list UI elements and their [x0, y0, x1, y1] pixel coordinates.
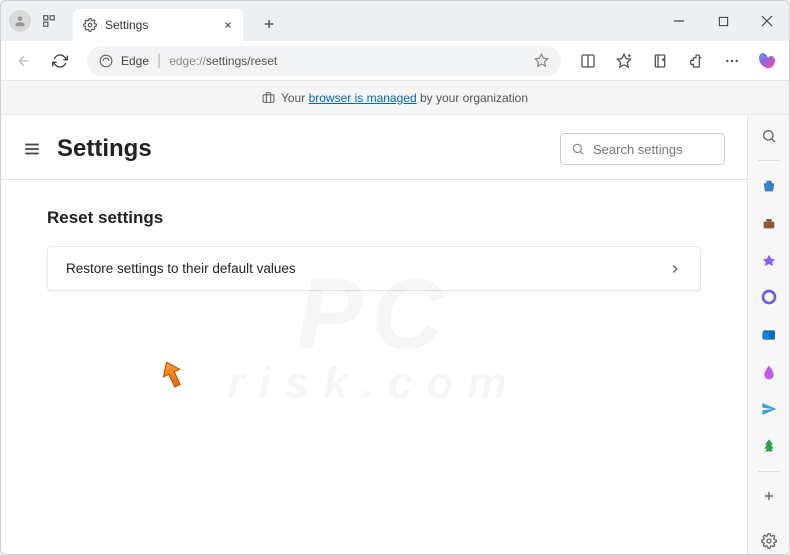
extensions-button[interactable] — [681, 46, 711, 76]
send-side-icon[interactable] — [754, 394, 784, 423]
menu-button[interactable] — [717, 46, 747, 76]
games-side-icon[interactable] — [754, 246, 784, 275]
section-title: Reset settings — [47, 208, 701, 228]
outlook-side-icon[interactable] — [754, 320, 784, 349]
edge-icon — [99, 54, 113, 68]
sidebar-settings-button[interactable] — [754, 527, 784, 555]
sidebar-add-button[interactable] — [754, 482, 784, 511]
gear-icon — [83, 18, 97, 32]
settings-menu-button[interactable] — [23, 140, 41, 158]
briefcase-icon — [262, 91, 275, 104]
back-button[interactable] — [9, 46, 39, 76]
tree-side-icon[interactable] — [754, 431, 784, 460]
cursor-annotation — [157, 359, 187, 393]
favorite-star-button[interactable] — [534, 53, 549, 68]
titlebar: Settings — [1, 1, 789, 41]
copilot-button[interactable] — [753, 47, 781, 75]
search-side-icon[interactable] — [754, 121, 784, 150]
search-icon — [571, 142, 585, 156]
minimize-button[interactable] — [657, 1, 701, 41]
profile-button[interactable] — [9, 10, 31, 32]
restore-defaults-item[interactable]: Restore settings to their default values — [47, 246, 701, 291]
address-bar[interactable]: Edge | edge://settings/reset — [87, 46, 561, 76]
chevron-right-icon — [668, 262, 682, 276]
settings-title: Settings — [57, 135, 152, 163]
maximize-button[interactable] — [701, 1, 745, 41]
collections-button[interactable] — [645, 46, 675, 76]
edge-sidebar — [747, 115, 789, 555]
m365-side-icon[interactable] — [754, 283, 784, 312]
close-tab-button[interactable] — [223, 20, 233, 30]
refresh-button[interactable] — [45, 46, 75, 76]
shopping-side-icon[interactable] — [754, 171, 784, 200]
favorites-button[interactable] — [609, 46, 639, 76]
split-screen-button[interactable] — [573, 46, 603, 76]
new-tab-button[interactable] — [255, 10, 283, 38]
settings-search[interactable] — [560, 133, 725, 165]
managed-banner: Your browser is managed by your organiza… — [1, 81, 789, 115]
tab-actions-button[interactable] — [37, 9, 61, 33]
settings-page: PCrisk.com Settings Reset settings Resto… — [1, 115, 747, 555]
tab-title: Settings — [105, 18, 215, 32]
settings-search-input[interactable] — [593, 142, 747, 157]
address-app-label: Edge — [121, 54, 149, 68]
managed-link[interactable]: browser is managed — [309, 91, 417, 105]
address-url: edge://settings/reset — [169, 54, 277, 68]
toolbar: Edge | edge://settings/reset — [1, 41, 789, 81]
close-window-button[interactable] — [745, 1, 789, 41]
browser-tab[interactable]: Settings — [73, 9, 243, 41]
restore-defaults-label: Restore settings to their default values — [66, 261, 296, 276]
tools-side-icon[interactable] — [754, 208, 784, 237]
drop-side-icon[interactable] — [754, 357, 784, 386]
